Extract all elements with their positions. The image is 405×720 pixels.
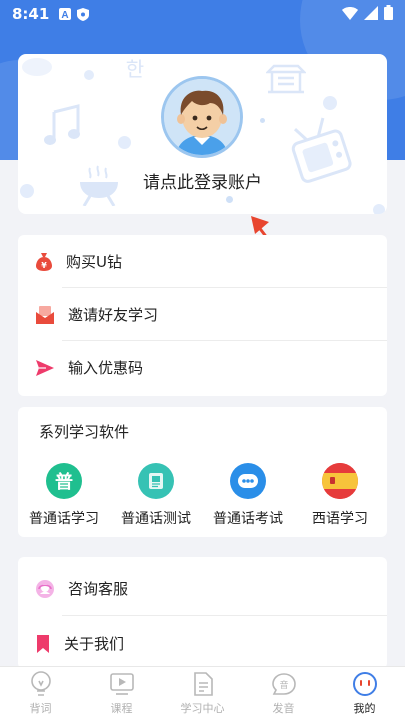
account-menu: ¥ 购买U钻 邀请好友学习 输入优惠码: [18, 235, 387, 396]
menu-item-buy-diamond[interactable]: ¥ 购买U钻: [18, 235, 387, 288]
nav-tab-my[interactable]: 我的: [324, 667, 405, 720]
nav-tab-words[interactable]: 背词: [0, 667, 81, 720]
avatar[interactable]: [161, 76, 243, 158]
status-bar: 8:41 A: [0, 0, 405, 28]
customer-service-icon: [36, 579, 54, 598]
series-title: 系列学习软件: [39, 423, 130, 441]
mandarin-learn-icon: 普: [46, 463, 82, 499]
nav-label: 发音: [272, 702, 295, 715]
paper-plane-icon: [36, 359, 54, 376]
series-apps-card: 系列学习软件 普 普通话学习 普通话测试 普通话考试 西语学习: [18, 407, 387, 537]
nav-label: 学习中心: [180, 702, 225, 715]
support-menu: 咨询客服 关于我们: [18, 557, 387, 669]
music-note-icon: [44, 104, 80, 145]
menu-item-label: 输入优惠码: [68, 359, 144, 377]
app-mandarin-exam[interactable]: 普通话考试: [202, 463, 294, 528]
invite-envelope-icon: [36, 305, 54, 324]
login-prompt[interactable]: 请点此登录账户: [18, 168, 387, 193]
menu-item-label: 邀请好友学习: [68, 306, 159, 324]
wifi-icon: [342, 5, 358, 24]
battery-icon: [384, 4, 393, 24]
app-label: 普通话考试: [213, 511, 283, 527]
menu-item-label: 关于我们: [64, 635, 125, 653]
shield-icon: [77, 7, 90, 21]
a-notification-icon: A: [59, 8, 72, 20]
app-label: 普通话学习: [29, 511, 99, 527]
svg-text:한: 한: [126, 57, 144, 81]
app-label: 西语学习: [312, 511, 368, 527]
mandarin-exam-icon: [230, 463, 266, 499]
nav-label: 背词: [29, 702, 52, 715]
nav-tab-courses[interactable]: 课程: [81, 667, 162, 720]
play-course-icon: [109, 673, 134, 695]
app-spanish-learn[interactable]: 西语学习: [294, 463, 386, 528]
menu-item-label: 购买U钻: [66, 253, 122, 271]
nav-tab-study-center[interactable]: 学习中心: [162, 667, 243, 720]
svg-text:¥: ¥: [41, 261, 47, 270]
app-mandarin-test[interactable]: 普通话测试: [110, 463, 202, 528]
nav-tab-pronunciation[interactable]: 音 发音: [243, 667, 324, 720]
spain-flag-icon: [322, 463, 358, 499]
app-label: 普通话测试: [121, 511, 191, 527]
svg-text:A: A: [62, 10, 69, 20]
korean-char-icon: 한: [126, 57, 144, 81]
menu-item-coupon-code[interactable]: 输入优惠码: [18, 341, 387, 394]
bottom-nav: 背词 课程 学习中心 音 发音 我的: [0, 666, 405, 720]
menu-item-invite-friends[interactable]: 邀请好友学习: [18, 288, 387, 341]
svg-text:音: 音: [279, 679, 288, 691]
pronunciation-icon: 音: [271, 673, 296, 695]
profile-card[interactable]: 한 请点此登录账户: [18, 54, 387, 214]
status-time: 8:41: [12, 5, 50, 23]
nav-label: 课程: [110, 702, 133, 715]
pagoda-icon: [266, 64, 306, 94]
boy-avatar-icon: [164, 79, 240, 155]
menu-item-about-us[interactable]: 关于我们: [18, 616, 387, 671]
nav-label: 我的: [353, 702, 376, 715]
money-bag-icon: ¥: [36, 252, 52, 271]
app-mandarin-learn[interactable]: 普 普通话学习: [18, 463, 110, 528]
menu-item-label: 咨询客服: [68, 580, 129, 598]
document-icon: [193, 672, 213, 696]
mandarin-test-icon: [138, 463, 174, 499]
bookmark-icon: [37, 634, 49, 653]
menu-item-customer-service[interactable]: 咨询客服: [18, 561, 387, 616]
lightbulb-icon: [30, 671, 51, 696]
my-profile-icon: [352, 672, 377, 696]
signal-icon: [364, 5, 378, 24]
